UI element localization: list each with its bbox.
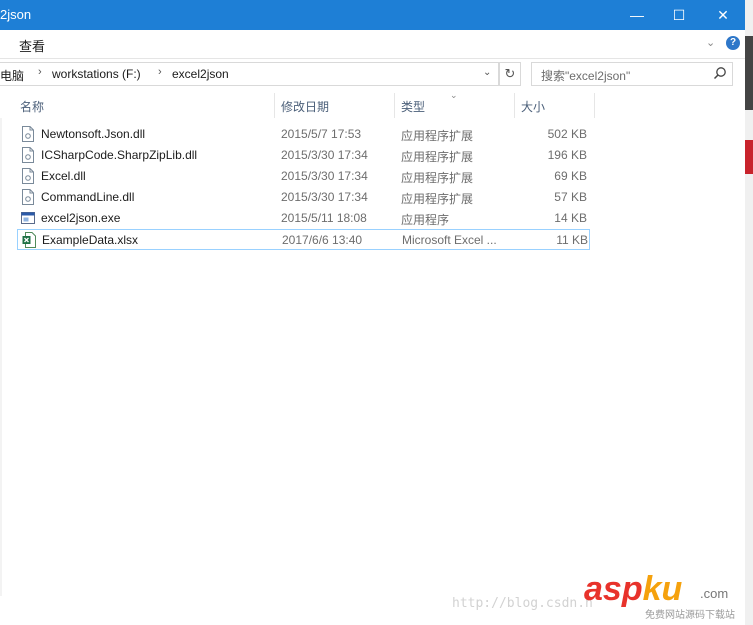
refresh-button[interactable]: ↻ xyxy=(499,62,521,86)
file-type: 应用程序扩展 xyxy=(401,129,474,143)
file-size: 11 KB xyxy=(556,233,588,247)
column-header-row: 名称 修改日期 类型 ⌄ 大小 xyxy=(0,90,745,118)
column-divider[interactable] xyxy=(394,93,395,118)
dll-file-icon xyxy=(22,147,34,163)
tab-view[interactable]: 查看 xyxy=(19,36,45,55)
breadcrumb-drive[interactable]: workstations (F:) xyxy=(52,67,141,81)
close-button[interactable]: ✕ xyxy=(700,0,746,30)
breadcrumb-separator[interactable]: › xyxy=(38,66,42,78)
file-type: 应用程序扩展 xyxy=(401,171,474,185)
navigation-pane-edge xyxy=(0,118,2,596)
file-type: 应用程序 xyxy=(401,213,450,227)
file-date: 2015/5/7 17:53 xyxy=(281,127,362,141)
column-divider[interactable] xyxy=(514,93,515,118)
file-size: 502 KB xyxy=(547,127,587,141)
column-header-name[interactable]: 名称 xyxy=(20,98,44,115)
watermark-logo-com: .com xyxy=(700,586,729,601)
file-type: 应用程序扩展 xyxy=(401,192,474,206)
exe-file-icon xyxy=(21,212,35,224)
close-icon: ✕ xyxy=(717,6,729,23)
file-size: 57 KB xyxy=(554,190,587,204)
search-box[interactable]: 搜索"excel2json" xyxy=(531,62,733,86)
file-row[interactable]: ICSharpCode.SharpZipLib.dll 2015/3/30 17… xyxy=(17,145,590,166)
file-row[interactable]: excel2json.exe 2015/5/11 18:08 应用程序 14 K… xyxy=(17,208,590,229)
excel-file-icon xyxy=(22,232,36,248)
file-type: 应用程序扩展 xyxy=(401,150,474,164)
background-window-dark xyxy=(745,36,753,110)
file-row[interactable]: Newtonsoft.Json.dll 2015/5/7 17:53 应用程序扩… xyxy=(17,124,590,145)
watermark-logo-asp: asp xyxy=(584,570,643,608)
file-size: 196 KB xyxy=(547,148,587,162)
watermark-url: http://blog.csdn.n xyxy=(452,596,593,611)
file-row-selected[interactable]: ExampleData.xlsx 2017/6/6 13:40 Microsof… xyxy=(17,229,590,250)
dll-file-icon xyxy=(22,189,34,205)
chevron-down-icon[interactable]: ⌄ xyxy=(483,67,491,78)
maximize-button[interactable]: ☐ xyxy=(656,0,702,30)
watermark-slogan: 免费网站源码下载站 xyxy=(645,610,735,621)
file-date: 2015/3/30 17:34 xyxy=(281,148,368,162)
watermark-logo-ku: ku xyxy=(642,570,683,608)
file-date: 2015/3/30 17:34 xyxy=(281,190,368,204)
file-date: 2015/5/11 18:08 xyxy=(281,211,367,225)
file-name: CommandLine.dll xyxy=(41,190,135,204)
breadcrumb-folder[interactable]: excel2json xyxy=(172,67,229,81)
column-header-date[interactable]: 修改日期 xyxy=(281,98,329,115)
file-size: 69 KB xyxy=(554,169,587,183)
watermark-logo: aspku xyxy=(584,570,682,609)
column-header-type[interactable]: 类型 xyxy=(401,98,425,115)
sort-chevron-icon: ⌄ xyxy=(450,90,458,100)
ribbon-expand-icon[interactable]: ⌄ xyxy=(706,36,715,49)
title-bar: 2json — ☐ ✕ xyxy=(0,0,745,30)
file-name: ExampleData.xlsx xyxy=(42,233,139,247)
file-date: 2015/3/30 17:34 xyxy=(281,169,368,183)
minimize-button[interactable]: — xyxy=(614,0,660,30)
column-header-size[interactable]: 大小 xyxy=(521,98,545,115)
breadcrumb-separator[interactable]: › xyxy=(158,66,162,78)
dll-file-icon xyxy=(22,126,34,142)
window-title: 2json xyxy=(0,7,32,22)
dll-file-icon xyxy=(22,168,34,184)
search-input[interactable]: 搜索"excel2json" xyxy=(541,67,630,84)
column-divider[interactable] xyxy=(274,93,275,118)
file-date: 2017/6/6 13:40 xyxy=(282,233,363,247)
file-row[interactable]: CommandLine.dll 2015/3/30 17:34 应用程序扩展 5… xyxy=(17,187,590,208)
breadcrumb-this-pc[interactable]: 电脑 xyxy=(0,67,24,84)
help-icon[interactable]: ? xyxy=(726,36,740,50)
file-name: Newtonsoft.Json.dll xyxy=(41,127,146,141)
background-window-red xyxy=(745,140,753,174)
file-name: excel2json.exe xyxy=(41,211,121,225)
ribbon: 查看 ⌄ ? xyxy=(0,30,745,59)
file-type: Microsoft Excel ... xyxy=(402,233,497,247)
search-icon[interactable] xyxy=(712,65,728,81)
minimize-icon: — xyxy=(630,7,644,23)
address-bar[interactable]: 电脑 › workstations (F:) › excel2json ⌄ xyxy=(0,62,499,86)
file-name: Excel.dll xyxy=(41,169,86,183)
column-divider[interactable] xyxy=(594,93,595,118)
file-name: ICSharpCode.SharpZipLib.dll xyxy=(41,148,198,162)
maximize-icon: ☐ xyxy=(672,6,686,23)
file-row[interactable]: Excel.dll 2015/3/30 17:34 应用程序扩展 69 KB xyxy=(17,166,590,187)
file-size: 14 KB xyxy=(554,211,587,225)
refresh-icon: ↻ xyxy=(504,66,516,81)
